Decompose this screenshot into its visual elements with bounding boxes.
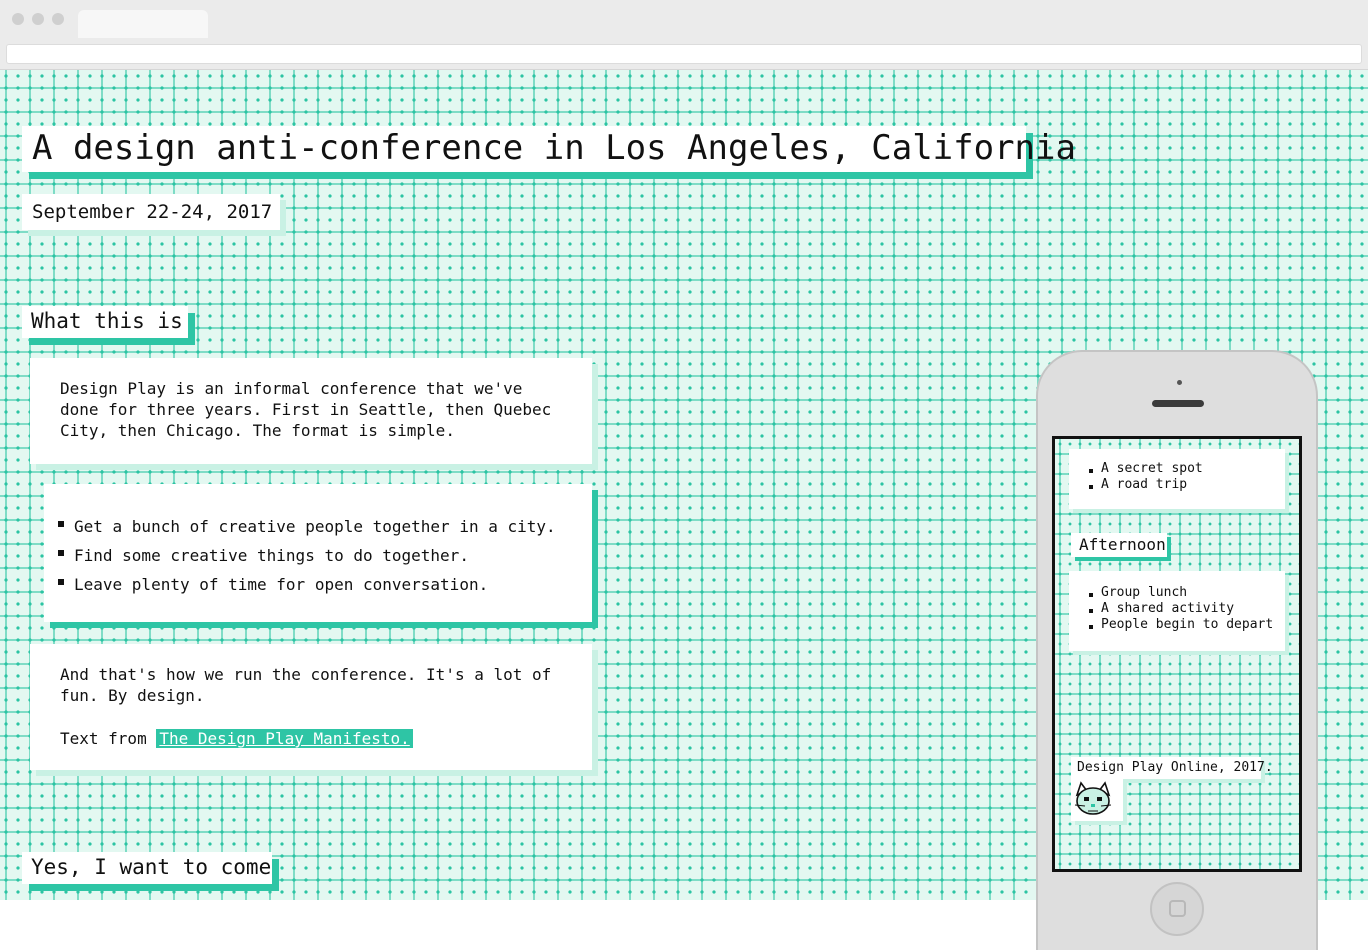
list-item: People begin to depart [1089,617,1273,633]
list-item: Get a bunch of creative people together … [58,512,578,541]
phone-speaker [1152,400,1204,407]
phone-morning-list: A secret spot A road trip [1089,461,1203,493]
source-prefix: Text from [60,729,147,748]
list-item: Group lunch [1089,585,1273,601]
cta-label[interactable]: Yes, I want to come [31,855,271,879]
list-item: Find some creative things to do together… [58,541,578,570]
dates-box: September 22-24, 2017 [22,194,280,230]
phone-afternoon-list: Group lunch A shared activity People beg… [1089,585,1273,633]
browser-tab[interactable] [78,10,208,38]
closing-text: And that's how we run the conference. It… [60,665,552,705]
manifesto-link[interactable]: The Design Play Manifesto. [156,729,413,748]
list-item: A road trip [1089,477,1203,493]
closing-card: And that's how we run the conference. It… [30,644,592,770]
cta-box[interactable]: Yes, I want to come [22,852,272,884]
about-heading: What this is [31,309,183,333]
about-heading-box: What this is [22,306,188,338]
phone-morning-card: A secret spot A road trip [1069,449,1285,509]
address-bar[interactable] [6,44,1362,64]
phone-afternoon-heading: Afternoon [1079,535,1166,554]
browser-chrome [0,0,1368,70]
list-item: A secret spot [1089,461,1203,477]
home-square-icon [1169,900,1186,917]
phone-afternoon-heading-box: Afternoon [1071,533,1167,557]
page-title: A design anti-conference in Los Angeles,… [32,128,1076,168]
list-item: A shared activity [1089,601,1273,617]
phone-camera [1177,380,1182,385]
phone-footer-box: Design Play Online, 2017. [1071,757,1273,779]
window-controls [12,13,64,25]
list-item: Leave plenty of time for open conversati… [58,570,578,599]
source-line: Text from The Design Play Manifesto. [60,728,413,749]
close-window-icon[interactable] [12,13,24,25]
minimize-window-icon[interactable] [32,13,44,25]
intro-text: Design Play is an informal conference th… [60,379,552,440]
phone-mockup: A secret spot A road trip Afternoon Grou… [1036,350,1318,950]
cat-logo-icon [1074,781,1112,815]
steps-list: Get a bunch of creative people together … [58,512,578,599]
intro-card: Design Play is an informal conference th… [30,358,592,464]
maximize-window-icon[interactable] [52,13,64,25]
conference-dates: September 22-24, 2017 [32,201,273,223]
steps-card: Get a bunch of creative people together … [44,484,592,622]
phone-afternoon-card: Group lunch A shared activity People beg… [1069,571,1285,651]
hero-title-box: A design anti-conference in Los Angeles,… [22,126,1076,172]
cat-logo-box [1071,779,1123,821]
phone-home-button [1150,882,1204,936]
phone-screen: A secret spot A road trip Afternoon Grou… [1052,436,1302,872]
phone-footer-text: Design Play Online, 2017. [1077,760,1273,775]
